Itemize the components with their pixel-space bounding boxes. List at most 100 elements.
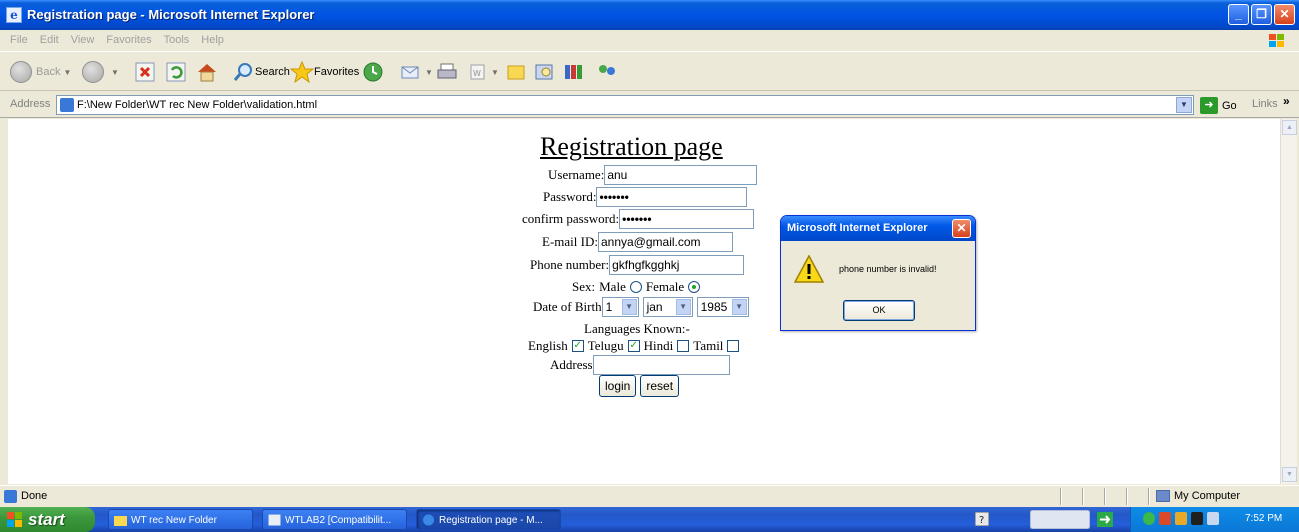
start-button[interactable]: start xyxy=(0,507,95,532)
ie-icon: e xyxy=(6,7,22,23)
password-input[interactable]: ••••••• xyxy=(596,187,748,207)
phone-row: Phone number: gkfhgfkgghkj xyxy=(530,254,745,276)
language-english-checkbox[interactable]: ✓ xyxy=(571,340,584,352)
clock: 7:52 PM xyxy=(1245,513,1283,524)
address-input[interactable] xyxy=(592,355,730,375)
volume-icon[interactable] xyxy=(1191,512,1203,525)
dob-month-select[interactable]: jan ▼ xyxy=(642,297,693,317)
dob-day-select[interactable]: 1 ▼ xyxy=(601,297,639,317)
links-button[interactable]: Links xyxy=(1252,98,1278,110)
sex-label: Sex: xyxy=(572,279,596,294)
buddies-button[interactable] xyxy=(595,60,619,84)
menu-file[interactable]: File xyxy=(0,30,34,46)
status-text: Done xyxy=(21,490,48,502)
svg-text:W: W xyxy=(473,69,481,78)
system-tray: 7:52 PM xyxy=(1130,507,1299,532)
language-telugu-checkbox[interactable]: ✓ xyxy=(627,340,640,352)
password-label: Password: xyxy=(543,189,597,204)
confirm-password-input[interactable]: ••••••• xyxy=(619,209,755,229)
dialog-close-button[interactable]: ✕ xyxy=(952,219,971,238)
dob-year-select[interactable]: 1985 ▼ xyxy=(696,297,749,317)
taskbar-item-ie[interactable]: Registration page - M... xyxy=(416,509,561,530)
dialog-title: Microsoft Internet Explorer xyxy=(781,216,975,241)
login-button[interactable]: login xyxy=(599,375,637,397)
folder-icon xyxy=(507,65,525,80)
menu-tools[interactable]: Tools xyxy=(158,30,196,46)
stop-icon xyxy=(135,62,155,82)
favorites-button[interactable]: Favorites xyxy=(290,60,359,84)
home-button[interactable] xyxy=(196,60,218,84)
edit-button[interactable]: W ▼ xyxy=(468,60,499,84)
network-icon[interactable] xyxy=(1143,512,1155,525)
menu-bar: File Edit View Favorites Tools Help xyxy=(0,30,1299,52)
chevron-down-icon: ▼ xyxy=(491,67,499,77)
scroll-up-icon[interactable]: ▲ xyxy=(1282,120,1297,135)
menu-view[interactable]: View xyxy=(65,30,101,46)
history-button[interactable] xyxy=(362,60,384,84)
sex-row: Sex: Male Female xyxy=(572,276,704,298)
email-label: E-mail ID: xyxy=(542,234,598,249)
discuss-button[interactable] xyxy=(506,60,526,84)
status-divider xyxy=(1060,488,1062,505)
windows-flag-icon xyxy=(7,512,22,527)
username-input[interactable]: anu xyxy=(604,165,758,185)
male-radio[interactable] xyxy=(629,281,642,293)
chevron-down-icon: ▼ xyxy=(675,299,691,315)
content-left-edge xyxy=(0,119,8,484)
alert-dialog: Microsoft Internet Explorer ✕ phone numb… xyxy=(780,215,976,331)
arrow-right-icon[interactable] xyxy=(1097,512,1113,527)
close-button[interactable]: ✕ xyxy=(1274,4,1295,25)
antivirus-icon[interactable] xyxy=(1159,512,1171,525)
chevron-down-icon: ▼ xyxy=(63,67,72,77)
maximize-button[interactable]: ❐ xyxy=(1251,4,1272,25)
monitor-icon[interactable] xyxy=(1207,512,1219,525)
mail-button[interactable]: ▼ xyxy=(400,60,433,84)
search-button[interactable]: Search xyxy=(233,60,290,84)
language-telugu-label: Telugu xyxy=(587,338,624,353)
tray-app-icon[interactable] xyxy=(1175,512,1187,525)
status-bar: Done My Computer xyxy=(0,485,1299,507)
reset-button[interactable]: reset xyxy=(640,375,680,397)
minimize-button[interactable]: _ xyxy=(1228,4,1249,25)
chevron-down-icon[interactable]: ▼ xyxy=(1176,97,1192,113)
toolbar: Back ▼ ▼ Search Favorites ▼ W ▼ xyxy=(0,53,1299,91)
vertical-scrollbar[interactable]: ▲ ▼ xyxy=(1280,119,1297,484)
stop-button[interactable] xyxy=(135,60,155,84)
refresh-button[interactable] xyxy=(166,60,186,84)
chevron-right-icon[interactable]: » xyxy=(1283,94,1290,108)
menu-favorites[interactable]: Favorites xyxy=(100,30,157,46)
language-tamil-checkbox[interactable] xyxy=(727,340,740,352)
username-label: Username: xyxy=(548,167,605,182)
help-icon[interactable]: ? xyxy=(975,512,989,526)
page-icon xyxy=(60,98,74,112)
go-button[interactable]: ➜ Go xyxy=(1200,97,1237,114)
language-hindi-label: Hindi xyxy=(643,338,674,353)
messenger-button[interactable] xyxy=(563,60,587,84)
print-button[interactable] xyxy=(436,60,458,84)
edit-document-icon: W xyxy=(470,64,485,80)
phone-input[interactable]: gkfhgfkgghkj xyxy=(609,255,745,275)
taskbar-item-folder[interactable]: WT rec New Folder xyxy=(108,509,253,530)
language-hindi-checkbox[interactable] xyxy=(677,340,690,352)
warning-icon xyxy=(793,254,825,283)
window-title: Registration page - Microsoft Internet E… xyxy=(27,7,315,22)
research-button[interactable] xyxy=(534,60,556,84)
email-input[interactable]: annya@gmail.com xyxy=(597,232,733,252)
language-tamil-label: Tamil xyxy=(693,338,724,353)
nero-search-icon[interactable] xyxy=(1030,510,1090,529)
address-input[interactable]: F:\New Folder\WT rec New Folder\validati… xyxy=(56,95,1194,115)
dialog-ok-button[interactable]: OK xyxy=(843,300,915,321)
menu-help[interactable]: Help xyxy=(195,30,230,46)
menu-edit[interactable]: Edit xyxy=(34,30,65,46)
address-label: Address xyxy=(550,357,593,372)
taskbar-item-word[interactable]: WTLAB2 [Compatibilit... xyxy=(262,509,407,530)
female-radio[interactable] xyxy=(688,281,701,293)
back-button[interactable]: Back ▼ xyxy=(10,60,71,84)
scroll-down-icon[interactable]: ▼ xyxy=(1282,467,1297,482)
forward-button[interactable]: ▼ xyxy=(82,60,119,84)
email-row: E-mail ID: annya@gmail.com xyxy=(542,231,733,253)
window-titlebar: e Registration page - Microsoft Internet… xyxy=(0,0,1299,30)
security-zone: My Computer xyxy=(1156,490,1240,502)
go-arrow-icon: ➜ xyxy=(1200,97,1218,114)
language-english-label: English xyxy=(528,338,568,353)
